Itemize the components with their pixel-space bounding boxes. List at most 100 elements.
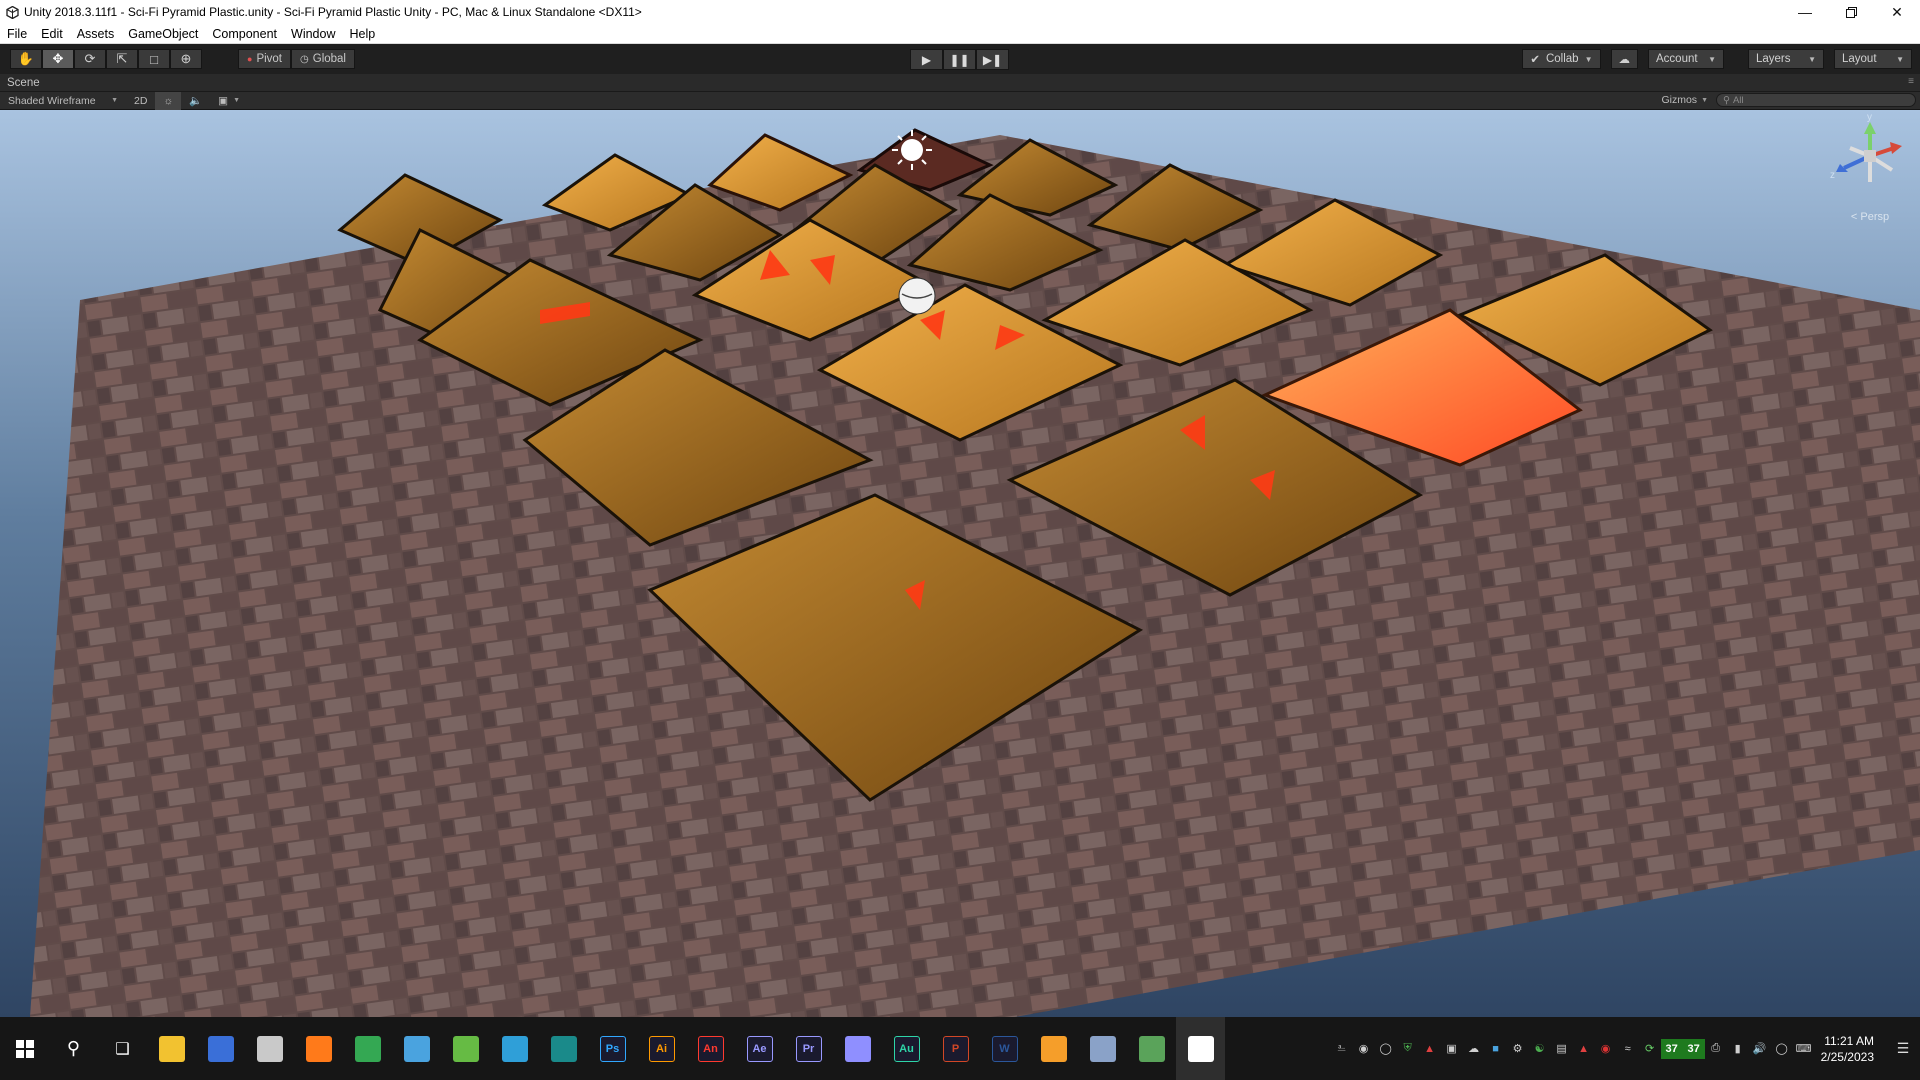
search-icon[interactable]: ⚲ <box>49 1017 98 1080</box>
layers-dropdown[interactable]: Layers ▼ <box>1748 49 1824 69</box>
globe-app-2-icon <box>501 1035 528 1062</box>
play-icon[interactable]: ▶ <box>910 49 943 70</box>
pause-icon[interactable]: ❚❚ <box>943 49 976 70</box>
directional-light-icon[interactable] <box>892 130 932 170</box>
window-title: Unity 2018.3.11f1 - Sci-Fi Pyramid Plast… <box>24 5 642 19</box>
camera-sphere-icon[interactable] <box>898 277 936 315</box>
taskbar-app-animate[interactable]: An <box>686 1017 735 1080</box>
hand-tool-icon[interactable]: ✋ <box>10 49 42 69</box>
layout-dropdown[interactable]: Layout ▼ <box>1834 49 1912 69</box>
lighting-toggle[interactable]: ☼ <box>155 91 182 110</box>
play-controls: ▶ ❚❚ ▶❚ <box>910 49 1009 70</box>
network-icon[interactable]: ▣ <box>1441 1039 1463 1059</box>
menu-help[interactable]: Help <box>342 27 382 41</box>
close-icon[interactable]: ✕ <box>1874 0 1920 24</box>
taskbar-app-media-encoder[interactable] <box>833 1017 882 1080</box>
pivot-controls: ● Pivot ◷ Global <box>238 49 355 69</box>
power-icon[interactable]: ◯ <box>1771 1039 1793 1059</box>
antivirus-tray-icon[interactable]: ◉ <box>1595 1039 1617 1059</box>
taskbar-app-firefox[interactable] <box>294 1017 343 1080</box>
scale-tool-icon[interactable]: ⇱ <box>106 49 138 69</box>
notification-icon[interactable]: ☰ <box>1886 1040 1920 1057</box>
app-tray-icon[interactable]: ■ <box>1485 1039 1507 1059</box>
security-icon[interactable]: ◯ <box>1375 1039 1397 1059</box>
taskbar-app-powerpoint[interactable]: P <box>931 1017 980 1080</box>
windows-logo-icon <box>15 1039 34 1058</box>
move-tool-icon[interactable]: ✥ <box>42 49 74 69</box>
caret-icon: ▼ <box>1708 54 1716 64</box>
scene-search-input[interactable]: ⚲ All <box>1716 93 1916 107</box>
adobe-icon[interactable]: ▲ <box>1419 1039 1441 1059</box>
tab-menu-icon[interactable]: ≡ <box>1908 76 1914 87</box>
pivot-button[interactable]: ● Pivot <box>238 49 292 69</box>
start-button[interactable] <box>0 1017 49 1080</box>
effects-dropdown[interactable]: ▣ ▼ <box>210 92 248 110</box>
step-icon[interactable]: ▶❚ <box>976 49 1009 70</box>
taskbar-app-notepad-app[interactable] <box>1078 1017 1127 1080</box>
menu-component[interactable]: Component <box>205 27 284 41</box>
taskbar-app-premiere[interactable]: Pr <box>784 1017 833 1080</box>
taskbar-app-globe-app-2[interactable] <box>490 1017 539 1080</box>
menu-window[interactable]: Window <box>284 27 342 41</box>
menu-assets[interactable]: Assets <box>70 27 122 41</box>
usb-drive-icon[interactable]: ▮ <box>1727 1039 1749 1059</box>
shading-mode-label: Shaded Wireframe <box>8 94 96 107</box>
taskbar-app-photoshop[interactable]: Ps <box>588 1017 637 1080</box>
gizmos-dropdown[interactable]: Gizmos ▼ <box>1661 94 1708 106</box>
monitor-tray-icon[interactable]: ▤ <box>1551 1039 1573 1059</box>
cloud-button[interactable]: ☁ <box>1610 49 1638 69</box>
rect-tool-icon[interactable]: □ <box>138 49 170 69</box>
usb-icon[interactable]: ⎁ <box>1331 1039 1353 1059</box>
taskbar-app-unity[interactable] <box>1176 1017 1225 1080</box>
taskbar-app-globe-app[interactable] <box>441 1017 490 1080</box>
taskbar-app-file-explorer[interactable] <box>147 1017 196 1080</box>
globe-tray-icon[interactable]: ☯ <box>1529 1039 1551 1059</box>
taskbar-app-search-app[interactable] <box>392 1017 441 1080</box>
taskbar-app-word[interactable]: W <box>980 1017 1029 1080</box>
taskbar-app-sublime[interactable] <box>1029 1017 1078 1080</box>
transform-tool-icon[interactable]: ⊕ <box>170 49 202 69</box>
menu-edit[interactable]: Edit <box>34 27 70 41</box>
minimize-icon[interactable]: — <box>1782 0 1828 24</box>
cloud-tray-icon[interactable]: ☁ <box>1463 1039 1485 1059</box>
menu-file[interactable]: File <box>0 27 34 41</box>
shading-mode-dropdown[interactable]: Shaded Wireframe ▼ <box>0 92 126 110</box>
restore-icon[interactable] <box>1828 0 1874 24</box>
pdf-tray-icon[interactable]: ▲ <box>1573 1039 1595 1059</box>
taskbar-app-audition[interactable]: Au <box>882 1017 931 1080</box>
taskbar-app-after-effects[interactable]: Ae <box>735 1017 784 1080</box>
persp-label[interactable]: < Persp <box>1830 211 1910 223</box>
rotate-tool-icon[interactable]: ⟳ <box>74 49 106 69</box>
taskbar-app-app-paint[interactable] <box>245 1017 294 1080</box>
sync-tray-icon[interactable]: ⟳ <box>1639 1039 1661 1059</box>
taskbar-app-maya[interactable] <box>539 1017 588 1080</box>
temp-badge-1[interactable]: 37 <box>1660 1038 1683 1059</box>
account-dropdown[interactable]: Account ▼ <box>1648 49 1724 69</box>
scene-tab-label: Scene <box>7 76 40 89</box>
caret-icon: ▼ <box>1808 54 1816 64</box>
menu-gameobject[interactable]: GameObject <box>121 27 205 41</box>
taskbar-app-package-app[interactable] <box>1127 1017 1176 1080</box>
scene-tab[interactable]: Scene ≡ <box>0 74 1920 92</box>
taskbar-clock[interactable]: 11:21 AM 2/25/2023 <box>1815 1033 1886 1065</box>
taskbar-app-app-blue[interactable] <box>196 1017 245 1080</box>
bluetooth-icon[interactable]: ◉ <box>1353 1039 1375 1059</box>
printer-icon[interactable]: ⎙ <box>1705 1039 1727 1059</box>
taskbar-app-illustrator[interactable]: Ai <box>637 1017 686 1080</box>
taskbar-app-chrome[interactable] <box>343 1017 392 1080</box>
temp-badge-2[interactable]: 37 <box>1682 1038 1705 1059</box>
scene-viewport[interactable]: y z < Persp <box>0 110 1920 1017</box>
scene-orientation-gizmo[interactable]: y z < Persp <box>1830 112 1910 228</box>
volume-icon[interactable]: 🔊 <box>1749 1039 1771 1059</box>
settings-tray-icon[interactable]: ⚙ <box>1507 1039 1529 1059</box>
task-view-icon[interactable]: ❑ <box>98 1017 147 1080</box>
global-button[interactable]: ◷ Global <box>291 49 355 69</box>
audio-toggle[interactable]: 🔈 <box>181 92 210 110</box>
globe-app-icon <box>452 1035 479 1062</box>
wifi-icon[interactable]: ≈ <box>1617 1039 1639 1059</box>
2d-toggle[interactable]: 2D <box>126 92 155 110</box>
keyboard-icon[interactable]: ⌨ <box>1793 1039 1815 1059</box>
shield-icon[interactable]: ⛨ <box>1397 1039 1419 1059</box>
premiere-icon: Pr <box>795 1035 822 1062</box>
collab-dropdown[interactable]: ✔ Collab ▼ <box>1522 49 1601 69</box>
